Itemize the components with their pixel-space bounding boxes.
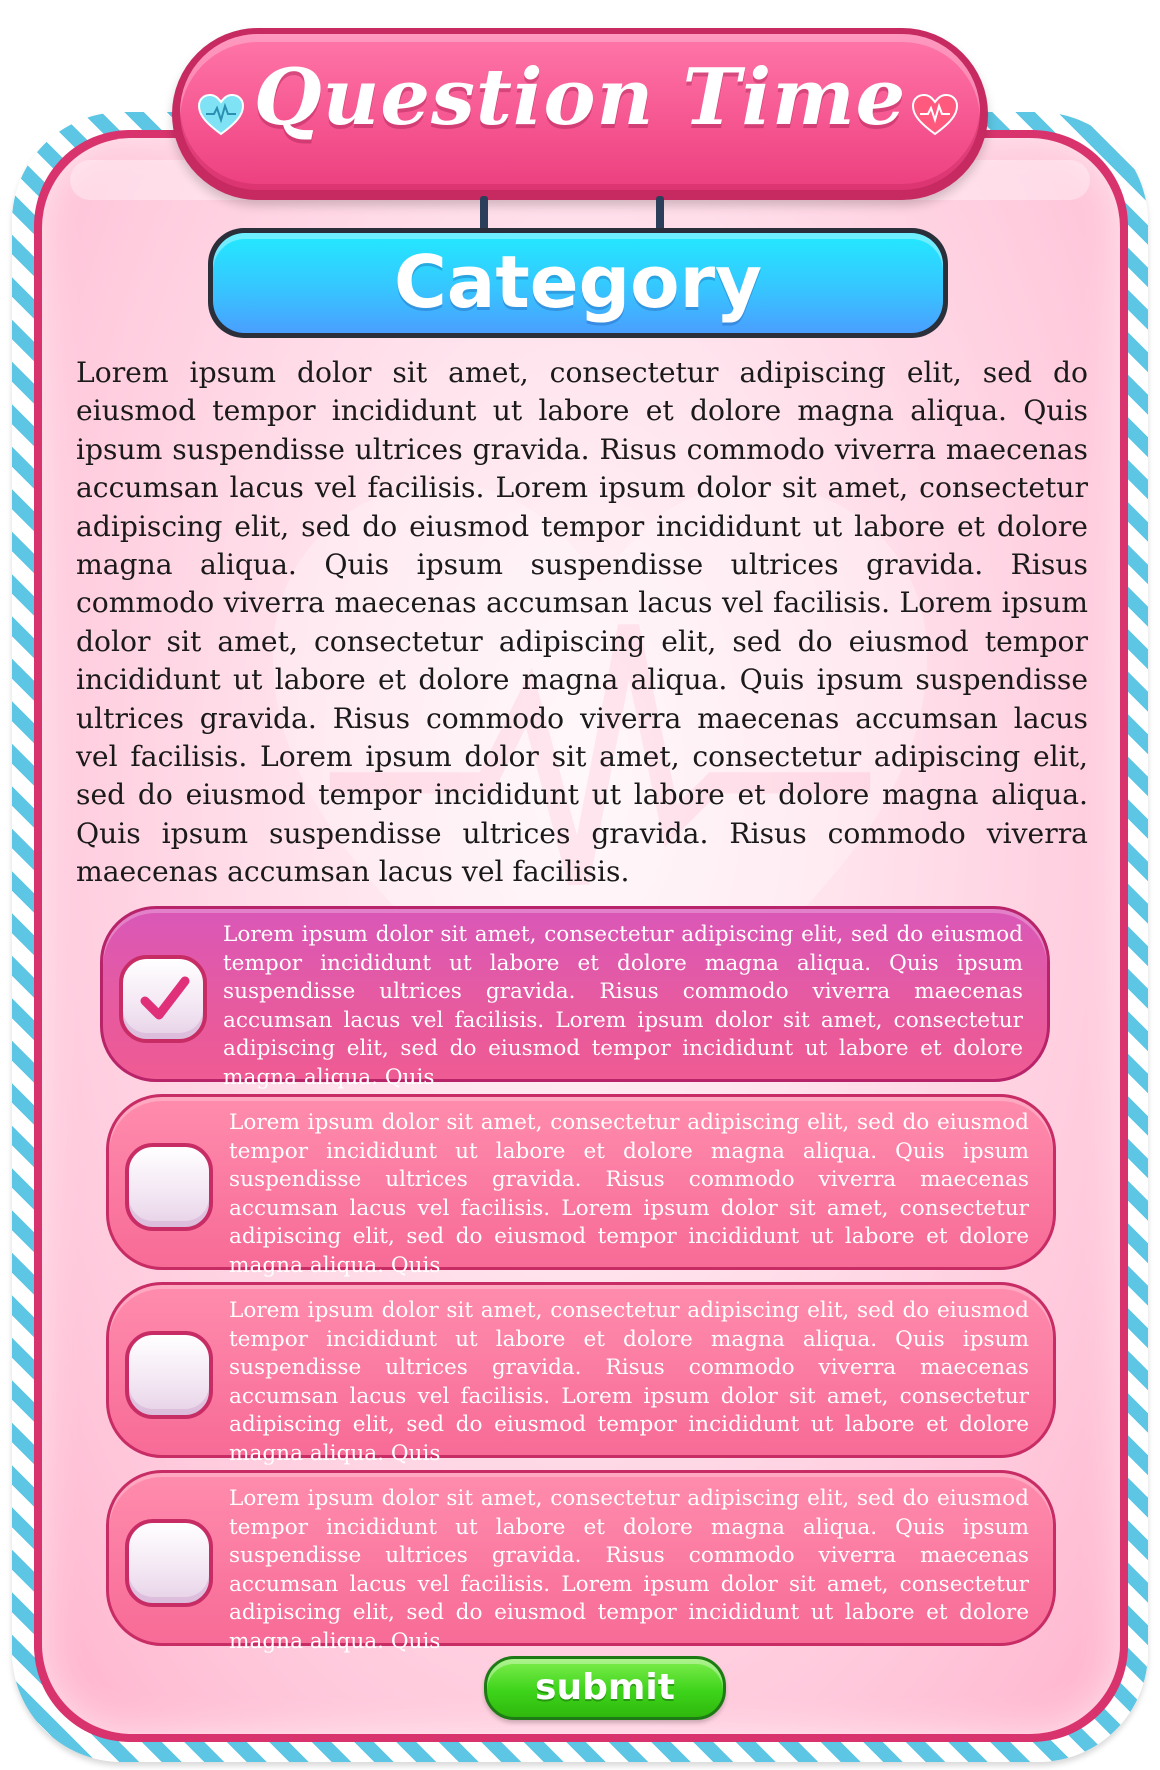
answer-checkbox[interactable] [119,955,207,1043]
answer-text: Lorem ipsum dolor sit amet, consectetur … [229,1110,1029,1278]
page-title: Question Time [253,52,907,143]
category-label: Category [393,240,763,324]
answer-checkbox[interactable] [125,1143,213,1231]
answer-text: Lorem ipsum dolor sit amet, consectetur … [229,1486,1029,1654]
heart-heartbeat-icon [912,94,958,136]
answer-option-2[interactable]: Lorem ipsum dolor sit amet, consectetur … [106,1094,1056,1278]
answer-option-1[interactable]: Lorem ipsum dolor sit amet, consectetur … [100,906,1050,1090]
submit-label: submit [535,1667,675,1708]
heart-heartbeat-icon [198,94,244,136]
sign-post-right [656,196,664,232]
answer-text: Lorem ipsum dolor sit amet, consectetur … [223,922,1023,1090]
answer-text: Lorem ipsum dolor sit amet, consectetur … [229,1298,1029,1466]
answer-checkbox[interactable] [125,1519,213,1607]
sign-post-left [480,196,488,232]
answer-checkbox[interactable] [125,1331,213,1419]
question-text: Lorem ipsum dolor sit amet, consectetur … [76,356,1088,889]
checkmark-icon [140,976,190,1020]
answer-option-3[interactable]: Lorem ipsum dolor sit amet, consectetur … [106,1282,1056,1466]
answer-option-4[interactable]: Lorem ipsum dolor sit amet, consectetur … [106,1470,1056,1654]
submit-button[interactable]: submit [484,1656,726,1720]
